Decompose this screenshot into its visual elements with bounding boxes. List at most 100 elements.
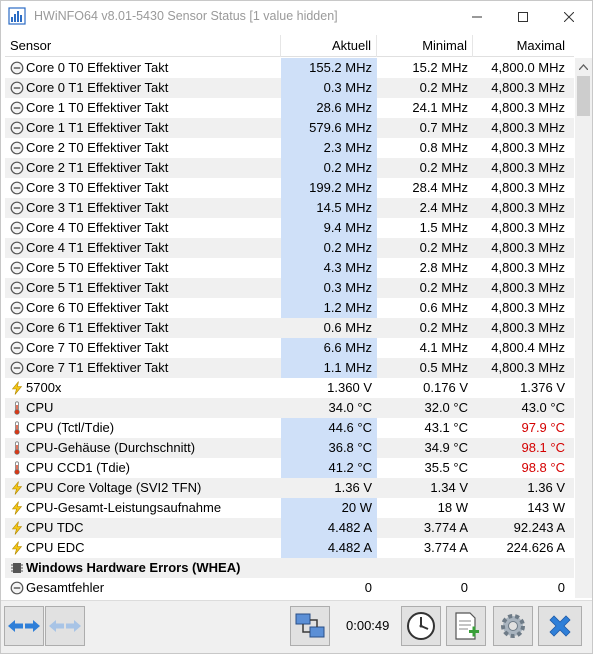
sensor-name: Gesamtfehler — [26, 580, 105, 595]
sensor-name: Core 0 T0 Effektiver Takt — [26, 60, 169, 75]
sensor-name: CPU Core Voltage (SVI2 TFN) — [26, 480, 202, 495]
sensor-name: Core 2 T0 Effektiver Takt — [26, 140, 169, 155]
column-header-minimum[interactable]: Minimal — [377, 35, 473, 57]
minimum-value: 0 — [460, 580, 468, 595]
maximum-value: 98.1 °C — [521, 440, 565, 455]
voltage-bolt-icon — [10, 381, 24, 395]
column-header-sensor[interactable]: Sensor — [5, 35, 281, 57]
current-bolt-icon — [10, 521, 24, 535]
current-value: 41.2 °C — [281, 458, 377, 478]
current-value: 579.6 MHz — [281, 118, 377, 138]
navigate-layout-disabled-button[interactable] — [45, 606, 85, 646]
maximum-value: 1.376 V — [520, 380, 565, 395]
navigate-layout-button[interactable] — [4, 606, 44, 646]
maximum-value: 4,800.3 MHz — [491, 120, 565, 135]
maximum-value: 143 W — [527, 500, 565, 515]
reset-timer-button[interactable] — [401, 606, 441, 646]
sensor-name: Core 1 T0 Effektiver Takt — [26, 100, 169, 115]
maximum-value: 4,800.0 MHz — [491, 60, 565, 75]
scrollbar-thumb[interactable] — [577, 76, 590, 116]
sensor-name: CPU TDC — [26, 520, 84, 535]
maximum-value: 4,800.3 MHz — [491, 280, 565, 295]
sensor-name: Core 7 T0 Effektiver Takt — [26, 340, 169, 355]
settings-button[interactable] — [493, 606, 533, 646]
hwinfo-app-icon[interactable] — [8, 7, 26, 25]
sensor-name: Core 7 T1 Effektiver Takt — [26, 360, 169, 375]
maximize-button[interactable] — [500, 1, 546, 32]
minimum-value: 4.1 MHz — [419, 340, 468, 355]
table-row[interactable]: CPU 34.0 °C 32.0 °C 43.0 °C — [5, 398, 574, 418]
table-row[interactable]: Core 4 T0 Effektiver Takt 9.4 MHz 1.5 MHz 4… — [5, 218, 574, 238]
sensor-name: Windows Hardware Errors (WHEA) — [26, 560, 241, 575]
maximum-value: 4,800.3 MHz — [491, 260, 565, 275]
table-row[interactable]: CPU Core Voltage (SVI2 TFN) 1.36 V 1.34 V 1… — [5, 478, 574, 498]
minimum-value: 32.0 °C — [424, 400, 468, 415]
minimum-value: 3.774 A — [423, 540, 468, 555]
table-row[interactable]: Gesamtfehler 0 0 0 — [5, 578, 574, 598]
column-header-current[interactable]: Aktuell — [281, 35, 377, 57]
sensor-name: Core 3 T0 Effektiver Takt — [26, 180, 169, 195]
current-value: 9.4 MHz — [281, 218, 377, 238]
group-row[interactable]: Windows Hardware Errors (WHEA) — [5, 558, 574, 578]
logging-button[interactable] — [446, 606, 486, 646]
clock-gauge-icon — [10, 101, 24, 115]
table-header: Sensor Aktuell Minimal Maximal — [5, 35, 574, 57]
maximum-value: 98.8 °C — [521, 460, 565, 475]
table-row[interactable]: Core 6 T0 Effektiver Takt 1.2 MHz 0.6 MHz 4… — [5, 298, 574, 318]
table-row[interactable]: CPU-Gehäuse (Durchschnitt) 36.8 °C 34.9 °C… — [5, 438, 574, 458]
table-row[interactable]: Core 0 T0 Effektiver Takt 155.2 MHz 15.2 M… — [5, 58, 574, 78]
minimum-value: 0.2 MHz — [419, 320, 468, 335]
table-row[interactable]: Core 0 T1 Effektiver Takt 0.3 MHz 0.2 MHz 4… — [5, 78, 574, 98]
clock-gauge-icon — [10, 341, 24, 355]
minimum-value: 0.2 MHz — [419, 240, 468, 255]
sensor-name: CPU-Gehäuse (Durchschnitt) — [26, 440, 196, 455]
table-row[interactable]: Core 2 T1 Effektiver Takt 0.2 MHz 0.2 MHz 4… — [5, 158, 574, 178]
current-value: 0.6 MHz — [323, 320, 372, 335]
table-row[interactable]: CPU EDC 4.482 A 3.774 A 224.626 A — [5, 538, 574, 558]
table-row[interactable]: CPU-Gesamt-Leistungsaufnahme 20 W 18 W 143 … — [5, 498, 574, 518]
current-bolt-icon — [10, 541, 24, 555]
table-row[interactable]: Core 7 T0 Effektiver Takt 6.6 MHz 4.1 MHz 4… — [5, 338, 574, 358]
thermometer-icon — [10, 421, 24, 435]
close-sensors-button[interactable] — [538, 606, 582, 646]
minimum-value: 15.2 MHz — [412, 60, 468, 75]
table-row[interactable]: Core 3 T1 Effektiver Takt 14.5 MHz 2.4 MHz… — [5, 198, 574, 218]
network-sensors-button[interactable] — [290, 606, 330, 646]
maximum-value: 4,800.3 MHz — [491, 80, 565, 95]
double-arrow-disabled-icon — [49, 620, 81, 632]
maximum-value: 4,800.3 MHz — [491, 360, 565, 375]
table-row[interactable]: Core 7 T1 Effektiver Takt 1.1 MHz 0.5 MHz 4… — [5, 358, 574, 378]
table-row[interactable]: CPU TDC 4.482 A 3.774 A 92.243 A — [5, 518, 574, 538]
table-row[interactable]: 5700x 1.360 V 0.176 V 1.376 V — [5, 378, 574, 398]
minimum-value: 18 W — [437, 500, 468, 515]
vertical-scrollbar[interactable] — [575, 58, 592, 598]
maximum-value: 4,800.3 MHz — [491, 180, 565, 195]
table-row[interactable]: Core 3 T0 Effektiver Takt 199.2 MHz 28.4 M… — [5, 178, 574, 198]
minimum-value: 2.8 MHz — [419, 260, 468, 275]
table-row[interactable]: Core 5 T0 Effektiver Takt 4.3 MHz 2.8 MHz 4… — [5, 258, 574, 278]
current-value: 6.6 MHz — [281, 338, 377, 358]
current-value: 0 — [364, 580, 372, 595]
sensor-name: Core 4 T1 Effektiver Takt — [26, 240, 169, 255]
table-row[interactable]: Core 5 T1 Effektiver Takt 0.3 MHz 0.2 MHz 4… — [5, 278, 574, 298]
table-row[interactable]: CPU (Tctl/Tdie) 44.6 °C 43.1 °C 97.9 °C — [5, 418, 574, 438]
title-bar[interactable]: HWiNFO64 v8.01-5430 Sensor Status [1 val… — [1, 1, 592, 32]
gear-icon — [501, 614, 525, 638]
maximum-value: 4,800.3 MHz — [491, 300, 565, 315]
table-row[interactable]: Core 1 T1 Effektiver Takt 579.6 MHz 0.7 MH… — [5, 118, 574, 138]
minimum-value: 0.2 MHz — [419, 160, 468, 175]
clock-gauge-icon — [10, 221, 24, 235]
table-row[interactable]: Core 6 T1 Effektiver Takt 0.6 MHz 0.2 MHz 4… — [5, 318, 574, 338]
scroll-up-arrow-icon[interactable] — [575, 58, 592, 75]
minimize-button[interactable] — [454, 1, 500, 32]
column-header-maximum[interactable]: Maximal — [473, 35, 570, 57]
table-row[interactable]: Core 2 T0 Effektiver Takt 2.3 MHz 0.8 MHz 4… — [5, 138, 574, 158]
table-row[interactable]: Core 1 T0 Effektiver Takt 28.6 MHz 24.1 MH… — [5, 98, 574, 118]
table-row[interactable]: Core 4 T1 Effektiver Takt 0.2 MHz 0.2 MHz 4… — [5, 238, 574, 258]
sensor-name: CPU (Tctl/Tdie) — [26, 420, 115, 435]
double-arrow-icon — [8, 620, 40, 632]
table-row[interactable]: CPU CCD1 (Tdie) 41.2 °C 35.5 °C 98.8 °C — [5, 458, 574, 478]
thermometer-icon — [10, 461, 24, 475]
voltage-bolt-icon — [10, 481, 24, 495]
close-window-button[interactable] — [546, 1, 592, 32]
